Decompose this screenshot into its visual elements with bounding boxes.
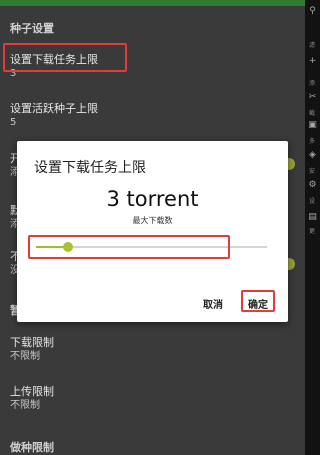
side-label: 添 <box>309 80 316 87</box>
setting-value: 不限制 <box>10 400 40 411</box>
side-label: 安 <box>309 168 316 175</box>
setting-value: 不限制 <box>10 351 40 362</box>
side-label: 截 <box>309 110 316 117</box>
number-picker-dialog: 设置下载任务上限 3 torrent 最大下载数 取消 确定 <box>17 141 288 322</box>
filter-icon[interactable]: ⚲ <box>307 6 318 16</box>
setting-upload-limit[interactable]: 上传限制 不限制 <box>10 385 290 412</box>
section-title-torrent: 种子设置 <box>10 22 54 35</box>
side-label: 更 <box>309 228 316 235</box>
setting-max-active-torrents[interactable]: 设置活跃种子上限 5 <box>10 102 290 129</box>
multi-select-icon[interactable]: ▣ <box>307 120 318 130</box>
highlight-box-slider <box>28 235 230 259</box>
side-label: 多 <box>309 138 316 145</box>
cancel-button[interactable]: 取消 <box>203 296 223 311</box>
setting-title: 下载限制 <box>10 336 54 349</box>
side-label: 设 <box>309 198 316 205</box>
dialog-value-display: 3 torrent <box>106 187 199 211</box>
setting-title: 设置活跃种子上限 <box>10 102 98 115</box>
highlight-box-ok <box>241 290 275 312</box>
security-icon[interactable]: ◈ <box>307 150 318 160</box>
section-title-seeding-limit: 做种限制 <box>10 441 54 454</box>
gear-icon[interactable]: ⚙ <box>307 180 318 190</box>
dialog-subtitle: 最大下载数 <box>132 216 173 225</box>
setting-download-limit[interactable]: 下载限制 不限制 <box>10 336 290 363</box>
setting-value: 5 <box>10 117 17 128</box>
setting-title: 上传限制 <box>10 385 54 398</box>
add-icon[interactable]: + <box>307 56 318 66</box>
side-panel: ⚲ 滤 + 添 ✂ 截 ▣ 多 ◈ 安 ⚙ 设 ▤ 更 <box>305 0 320 455</box>
scissors-icon[interactable]: ✂ <box>307 92 318 102</box>
more-icon[interactable]: ▤ <box>307 212 318 222</box>
dialog-title: 设置下载任务上限 <box>34 160 146 176</box>
app-screen: 种子设置 设置下载任务上限 3 设置活跃种子上限 5 开 添 默 添 不 没 暂… <box>0 0 320 455</box>
side-label: 滤 <box>309 42 316 49</box>
highlight-box-setting <box>3 43 127 72</box>
